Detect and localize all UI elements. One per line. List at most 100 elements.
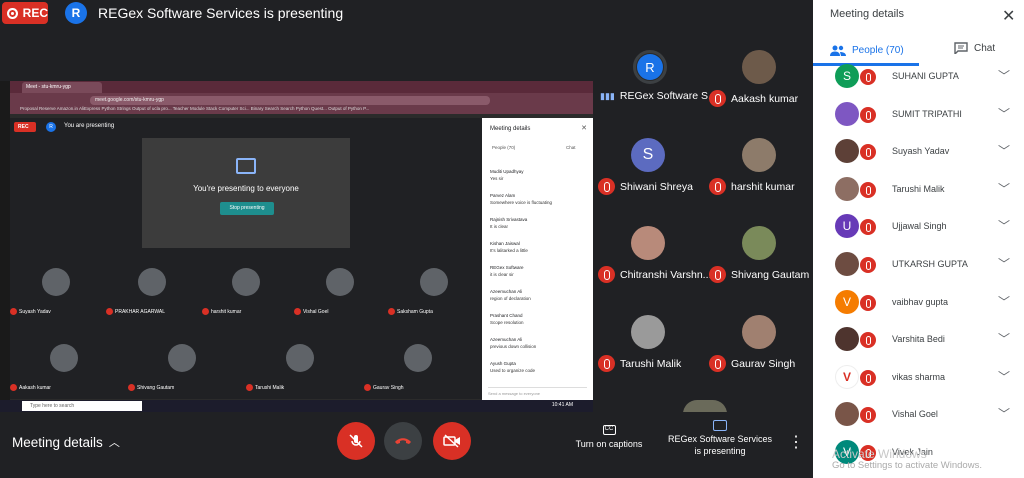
chevron-down-icon[interactable]: ﹀ <box>998 217 1010 234</box>
chevron-down-icon[interactable]: ﹀ <box>998 105 1010 122</box>
tab-chat[interactable]: Chat <box>954 42 995 54</box>
chevron-down-icon[interactable]: ﹀ <box>998 293 1010 310</box>
thumb-avatar <box>404 344 432 372</box>
participant-tile[interactable]: Aakash kumar <box>705 50 815 138</box>
panel-title: Meeting details <box>830 8 904 20</box>
meet-window: REC R REGex Software Services is present… <box>0 0 1024 478</box>
windows-taskbar: Type here to search 10:41 AM <box>0 400 593 412</box>
participant-tile[interactable]: harshit kumar <box>705 138 815 226</box>
captions-icon: CC <box>602 425 616 435</box>
mic-off-icon <box>598 355 615 372</box>
captions-button[interactable]: CC Turn on captions <box>570 425 648 449</box>
participant-row[interactable]: Suyash Yadav ﹀ <box>813 135 1024 171</box>
mic-off-icon <box>202 308 209 315</box>
participant-name: Shiwani Shreya <box>598 178 693 195</box>
participant-row[interactable]: Vvikas sharma ﹀ <box>813 361 1024 397</box>
participant-row[interactable]: Vvaibhav gupta ﹀ <box>813 286 1024 322</box>
participant-row[interactable]: Vishal Goel ﹀ <box>813 398 1024 434</box>
leave-call-button[interactable] <box>384 422 422 460</box>
participant-avatar <box>835 402 859 426</box>
chat-text: Yes sir <box>490 176 504 181</box>
close-icon[interactable]: ✕ <box>1002 6 1015 26</box>
record-dot-icon <box>7 7 18 19</box>
inner-thumb: Gaurav Singh <box>364 344 454 404</box>
chat-text: it is clear sir <box>490 272 514 277</box>
inner-thumb: Vishal Goel <box>294 268 384 328</box>
inner-details-title: Meeting details <box>490 126 531 132</box>
participant-tile[interactable]: Tarushi Malik <box>594 315 704 403</box>
mic-off-icon <box>860 182 876 198</box>
inner-meeting-details: Meeting details ✕ People (70) Chat Mudit… <box>482 118 593 403</box>
chevron-down-icon[interactable]: ﹀ <box>998 255 1010 272</box>
participant-row[interactable]: S SUHANI GUPTA ﹀ <box>813 60 1024 96</box>
thumb-name: Suyash Yadav <box>10 308 100 315</box>
participant-name: UTKARSH GUPTA <box>892 259 968 269</box>
participant-tile[interactable]: Chitranshi Varshn... <box>594 226 711 314</box>
participant-tile[interactable]: Shivang Gautam <box>705 226 815 314</box>
close-icon: ✕ <box>581 125 587 132</box>
participant-row[interactable]: Tarushi Malik ﹀ <box>813 173 1024 209</box>
participant-avatar <box>742 138 776 172</box>
participant-name: Tarushi Malik <box>892 184 945 194</box>
participant-avatar <box>631 315 665 349</box>
chevron-down-icon[interactable]: ﹀ <box>998 368 1010 385</box>
mic-off-icon <box>860 69 876 85</box>
thumb-avatar <box>168 344 196 372</box>
chat-text: It is clear <box>490 224 509 229</box>
participant-avatar <box>742 226 776 260</box>
thumb-name: harshit kumar <box>202 308 292 315</box>
chat-icon <box>954 42 968 54</box>
chevron-down-icon[interactable]: ﹀ <box>998 405 1010 422</box>
participant-tile[interactable]: R ▮▮▮ REGex Software S... <box>596 50 717 138</box>
mic-off-icon <box>128 384 135 391</box>
participant-avatar <box>631 226 665 260</box>
chat-text: Used to organize code <box>490 368 536 373</box>
present-screen-icon <box>713 420 727 431</box>
presenting-button[interactable]: REGex Software Services is presenting <box>662 420 778 457</box>
mic-off-icon <box>860 107 876 123</box>
mic-off-icon <box>349 434 363 448</box>
chat-sender: Muditi Upadhyay <box>490 169 524 174</box>
watermark-line1: Activate Windows <box>832 447 927 461</box>
chat-sender: REGex Software <box>490 265 524 270</box>
thumb-avatar <box>42 268 70 296</box>
participant-tile[interactable]: Gaurav Singh <box>705 315 815 403</box>
thumb-avatar <box>232 268 260 296</box>
chevron-down-icon[interactable]: ﹀ <box>998 330 1010 347</box>
more-options-icon[interactable]: ⋮ <box>788 432 804 452</box>
participant-row[interactable]: UTKARSH GUPTA ﹀ <box>813 248 1024 284</box>
tab-people[interactable]: People (70) <box>830 40 924 60</box>
participant-avatar <box>835 177 859 201</box>
mic-off-icon <box>709 266 726 283</box>
participant-tile[interactable]: S Shiwani Shreya <box>594 138 704 226</box>
mic-off-icon <box>10 308 17 315</box>
chevron-down-icon[interactable]: ﹀ <box>998 180 1010 197</box>
chat-message: REGex Software it is clear sir <box>490 264 585 288</box>
participant-avatar: V <box>835 365 859 389</box>
participant-row[interactable]: Varshita Bedi ﹀ <box>813 323 1024 359</box>
participant-avatar <box>742 315 776 349</box>
mic-off-icon <box>246 384 253 391</box>
presenter-avatar: R <box>65 2 87 24</box>
participant-row[interactable]: SUMIT TRIPATHI ﹀ <box>813 98 1024 134</box>
inner-thumb: Shivang Gautam <box>128 344 218 404</box>
microphone-toggle-button[interactable] <box>337 422 375 460</box>
participant-name: Tarushi Malik <box>598 355 681 372</box>
participant-avatar: V <box>835 290 859 314</box>
inner-details-tabs: People (70) Chat <box>490 145 585 155</box>
recording-badge: REC <box>2 2 48 24</box>
chevron-down-icon[interactable]: ﹀ <box>998 67 1010 84</box>
participant-avatar <box>835 102 859 126</box>
thumb-name: Saksham Gupta <box>388 308 478 315</box>
inner-thumb: Tarushi Malik <box>246 344 336 404</box>
participant-row[interactable]: U Ujjawal Singh ﹀ <box>813 210 1024 246</box>
participant-avatar <box>835 139 859 163</box>
captions-label: Turn on captions <box>575 439 643 449</box>
meeting-details-button[interactable]: Meeting details ︿ <box>12 434 120 450</box>
browser-url: meet.google.com/stu-kmru-ygp <box>90 96 490 105</box>
thumb-name: Tarushi Malik <box>246 384 336 391</box>
present-screen-icon <box>236 158 256 174</box>
camera-toggle-button[interactable] <box>433 422 471 460</box>
participant-name: harshit kumar <box>709 178 795 195</box>
chevron-down-icon[interactable]: ﹀ <box>998 142 1010 159</box>
